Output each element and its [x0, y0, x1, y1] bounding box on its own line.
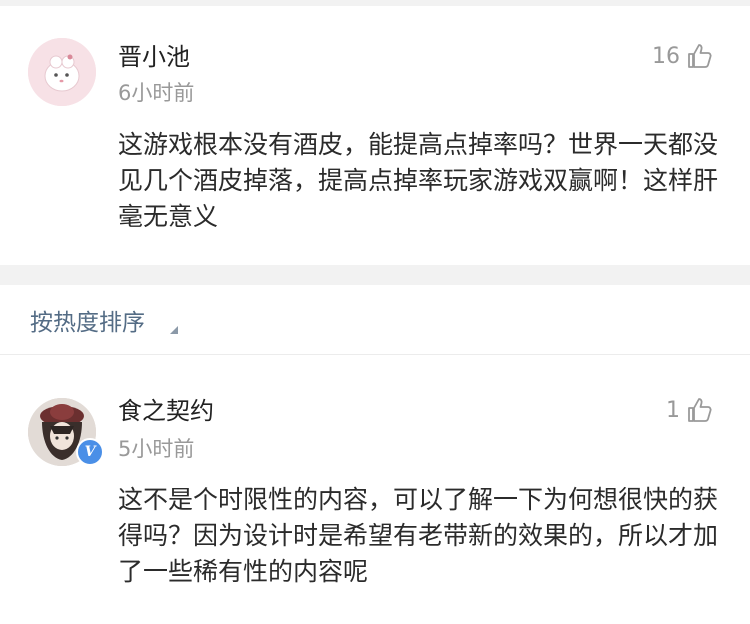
verified-badge-icon: V [76, 438, 104, 466]
like-button[interactable]: 16 [652, 40, 714, 72]
comment-text: 这不是个时限性的内容，可以了解一下为何想很快的获得吗？因为设计时是希望有老带新的… [118, 485, 719, 586]
thumbs-up-icon [688, 44, 712, 68]
comment-item: V 食之契约 5小时前 1 这不是个时限性的内容，可以了解一下为何想很快的获得吗… [0, 380, 750, 624]
thumbs-up-icon [688, 398, 712, 422]
comment-time: 6小时前 [118, 81, 195, 105]
comment-time: 5小时前 [118, 437, 195, 461]
section-separator [0, 265, 750, 285]
divider [0, 354, 750, 355]
comment-page: 晋小池 6小时前 16 这游戏根本没有酒皮，能提高点掉率吗？世界一天都没见几个酒… [0, 0, 750, 624]
comment-text: 这游戏根本没有酒皮，能提高点掉率吗？世界一天都没见几个酒皮掉落，提高点掉率玩家游… [118, 130, 719, 231]
pink-cartoon-avatar-icon [28, 38, 96, 106]
username[interactable]: 晋小池 [118, 42, 190, 72]
like-button[interactable]: 1 [666, 394, 714, 426]
username[interactable]: 食之契约 [118, 396, 214, 426]
like-count: 16 [652, 43, 680, 69]
sort-by-hot-toggle[interactable]: 按热度排序 [30, 307, 145, 339]
avatar[interactable] [28, 38, 96, 106]
like-count: 1 [666, 397, 680, 423]
comment-item: 晋小池 6小时前 16 这游戏根本没有酒皮，能提高点掉率吗？世界一天都没见几个酒… [0, 6, 750, 265]
caret-down-icon[interactable] [170, 326, 178, 334]
